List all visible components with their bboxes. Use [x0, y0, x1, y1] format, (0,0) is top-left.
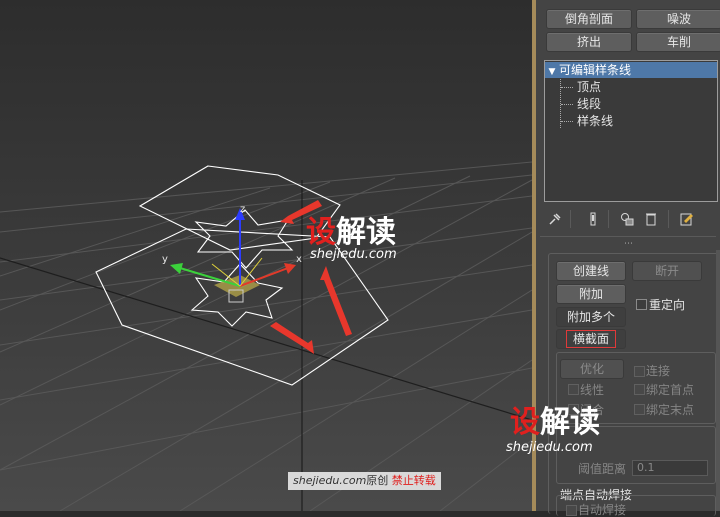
watermark-logo-panel: 设解读 — [510, 408, 600, 438]
reorient-label: 重定向 — [649, 298, 686, 312]
threshold-distance-label: 阈值距离 — [578, 462, 627, 476]
copyright-watermark: shejiedu.com原创 禁止转载 — [288, 472, 441, 490]
auto-weld-check-label: 自动焊接 — [578, 503, 627, 517]
arrow-middle — [320, 266, 352, 336]
axis-label-y: y — [162, 254, 168, 265]
stack-item-vertex[interactable]: 顶点 — [577, 79, 601, 95]
lathe-button[interactable]: 车削 — [636, 32, 720, 52]
tree-branch — [561, 104, 573, 105]
chamfer-profile-button[interactable]: 倒角剖面 — [546, 9, 632, 29]
stack-item-editable-spline-label: 可编辑样条线 — [559, 63, 632, 77]
footer-original: 原创 — [366, 474, 389, 487]
remove-modifier-icon[interactable] — [644, 212, 658, 226]
watermark-url-viewport: shejiedu.com — [310, 247, 397, 262]
cross-section-label: 横截面 — [565, 330, 616, 348]
extrude-button[interactable]: 挤出 — [546, 32, 632, 52]
bind-last-checkbox[interactable] — [634, 404, 645, 415]
make-unique-icon[interactable] — [620, 212, 634, 226]
noise-button[interactable]: 噪波 — [636, 9, 720, 29]
stack-item-segment[interactable]: 线段 — [577, 96, 601, 112]
tree-branch — [561, 87, 573, 88]
linear-checkbox[interactable] — [568, 384, 579, 395]
footer-site: shejiedu.com — [293, 474, 367, 487]
attach-button[interactable]: 附加 — [556, 284, 626, 304]
threshold-distance-spinner[interactable]: 0.1 — [632, 460, 708, 476]
connect-checkbox[interactable] — [634, 366, 645, 377]
rollout-grip-icon[interactable]: ⋯ — [624, 240, 633, 249]
break-button[interactable]: 断开 — [632, 261, 702, 281]
icon-separator — [608, 210, 609, 228]
bind-first-checkbox[interactable] — [634, 384, 645, 395]
show-end-result-icon[interactable] — [586, 212, 600, 226]
watermark-logo-prefix: 设 — [306, 215, 336, 250]
icon-separator — [668, 210, 669, 228]
connect-label: 连接 — [646, 364, 671, 378]
modifier-stack[interactable]: ▼ 可编辑样条线 顶点 线段 样条线 — [544, 60, 718, 202]
cross-section-button[interactable]: 横截面 — [556, 329, 626, 349]
create-line-button[interactable]: 创建线 — [556, 261, 626, 281]
tree-branch — [561, 121, 573, 122]
pin-stack-icon[interactable] — [548, 212, 562, 226]
reorient-checkbox[interactable] — [636, 299, 647, 310]
configure-modifier-sets-icon[interactable] — [680, 212, 694, 226]
panel-scrollbar[interactable] — [716, 250, 720, 511]
collapse-triangle-icon[interactable]: ▼ — [545, 64, 559, 80]
watermark-logo-viewport: 设解读 — [306, 218, 396, 248]
watermark-logo-prefix: 设 — [510, 405, 540, 440]
icon-separator — [570, 210, 571, 228]
axis-label-z: z — [240, 204, 245, 215]
linear-label: 线性 — [580, 383, 605, 397]
command-panel: 倒角剖面 噪波 挤出 车削 ▼ 可编辑样条线 顶点 线段 样条线 ⋯ 创建线 断开… — [506, 0, 720, 517]
watermark-logo-rest: 解读 — [336, 215, 396, 250]
refine-button[interactable]: 优化 — [560, 359, 624, 379]
footer-forbid: 禁止转载 — [391, 474, 436, 487]
arrow-bottom — [270, 322, 314, 354]
stack-item-editable-spline[interactable]: ▼ 可编辑样条线 — [545, 62, 717, 78]
axis-label-x: x — [296, 254, 302, 265]
perspective-viewport[interactable]: z y x 设解读 shejiedu.com shejiedu.com原创 禁止… — [0, 0, 532, 511]
panel-separator — [540, 236, 716, 237]
watermark-logo-rest: 解读 — [540, 405, 600, 440]
attach-multiple-button[interactable]: 附加多个 — [556, 307, 626, 327]
bind-first-label: 绑定首点 — [646, 383, 695, 397]
stack-item-spline[interactable]: 样条线 — [577, 113, 613, 129]
bind-last-label: 绑定末点 — [646, 403, 695, 417]
viewport-canvas[interactable]: z y x — [0, 0, 532, 511]
home-grid — [0, 161, 532, 511]
watermark-url-panel: shejiedu.com — [506, 440, 593, 455]
